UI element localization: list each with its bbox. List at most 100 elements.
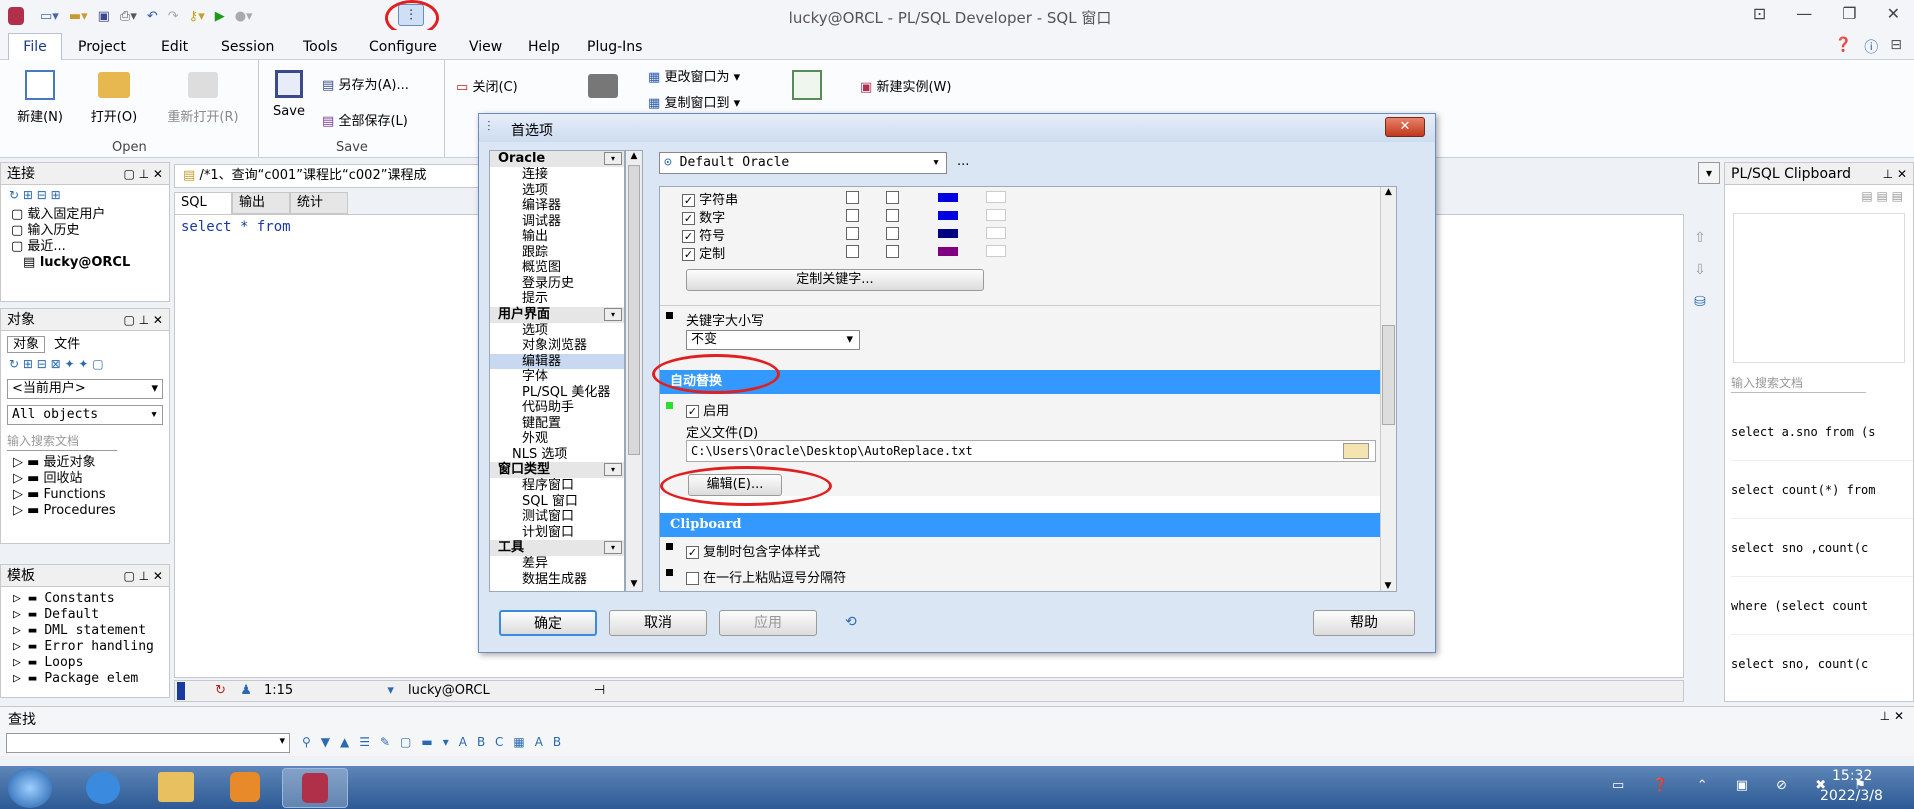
- background-swatch[interactable]: [986, 227, 1006, 239]
- nav-item[interactable]: 输出: [490, 229, 624, 245]
- close-button[interactable]: ▭ 关闭(C): [456, 76, 518, 95]
- down-icon[interactable]: ⇩: [1690, 254, 1710, 286]
- nav-group-header[interactable]: 用户界面 ▾: [490, 306, 624, 323]
- nav-item[interactable]: 概览图: [490, 260, 624, 276]
- clipboard-item[interactable]: select sno, count(c: [1731, 635, 1913, 693]
- new-instance-button[interactable]: ▣ 新建实例(W): [860, 76, 951, 95]
- up-icon[interactable]: ⇧: [1690, 222, 1710, 254]
- cancel-button[interactable]: 取消: [609, 610, 707, 636]
- objects-search-input[interactable]: 输入搜索文档: [7, 431, 117, 451]
- find-input[interactable]: ▾: [6, 733, 290, 753]
- nav-item[interactable]: 提示: [490, 291, 624, 307]
- explorer-icon[interactable]: [158, 772, 194, 802]
- dialog-close-button[interactable]: ✕: [1385, 117, 1425, 137]
- nav-item[interactable]: 差异: [490, 556, 624, 572]
- profile-more-button[interactable]: ...: [957, 154, 969, 169]
- tree-item[interactable]: ▷ ▬ 最近对象: [13, 455, 169, 471]
- panel-buttons[interactable]: ⊥ ✕: [1883, 163, 1913, 185]
- tree-item[interactable]: ▷ ▬ Loops: [13, 655, 169, 671]
- nav-group-header[interactable]: 窗口类型 ▾: [490, 462, 624, 478]
- nav-item[interactable]: PL/SQL 美化器: [490, 385, 624, 401]
- open-button[interactable]: 打开(O): [84, 70, 144, 125]
- refresh-icon[interactable]: ↻: [215, 683, 226, 698]
- nav-item[interactable]: 字体: [490, 369, 624, 385]
- nav-item[interactable]: 键配置: [490, 416, 624, 432]
- browse-folder-icon[interactable]: [1343, 443, 1369, 459]
- tree-item[interactable]: ▷ ▬ Procedures: [13, 503, 169, 519]
- info-icon[interactable]: ⓘ: [1864, 37, 1878, 57]
- reopen-button[interactable]: 重新打开(R): [158, 70, 248, 125]
- connection-dropdown-icon[interactable]: ▾: [387, 683, 394, 698]
- change-window-button[interactable]: ▦ 更改窗口为 ▾: [648, 66, 740, 85]
- help-button[interactable]: 帮助: [1313, 610, 1415, 636]
- save-button[interactable]: Save: [266, 70, 312, 119]
- color-swatch[interactable]: [938, 247, 958, 256]
- window-list-icon[interactable]: [792, 70, 822, 100]
- nav-group-header[interactable]: 工具 ▾: [490, 540, 624, 556]
- print-icon[interactable]: ⎙▾: [120, 9, 137, 24]
- paste-comma-checkbox[interactable]: 在一行上粘贴逗号分隔符: [686, 567, 846, 586]
- stop-icon[interactable]: ●▾: [235, 9, 253, 24]
- copy-window-button[interactable]: ▦ 复制窗口到 ▾: [648, 92, 740, 111]
- nav-item[interactable]: NLS 选项: [490, 447, 624, 463]
- plsql-task[interactable]: [282, 768, 348, 808]
- nav-collapse-icon[interactable]: ▾: [604, 307, 622, 321]
- nav-item[interactable]: 编译器: [490, 198, 624, 214]
- tree-item[interactable]: ▢ 最近...: [11, 239, 169, 255]
- nav-item[interactable]: 对象浏览器: [490, 338, 624, 354]
- nav-item[interactable]: 选项: [490, 183, 624, 199]
- bold-checkbox[interactable]: [846, 227, 859, 240]
- background-swatch[interactable]: [986, 191, 1006, 203]
- tab-objects[interactable]: 对象: [7, 336, 46, 353]
- color-swatch[interactable]: [938, 229, 958, 238]
- menu-plugins[interactable]: Plug-Ins: [587, 39, 642, 55]
- nav-collapse-icon[interactable]: ▾: [604, 541, 622, 554]
- settings-scrollbar[interactable]: ▲ ▼: [1380, 187, 1396, 591]
- menu-configure[interactable]: Configure: [369, 39, 437, 55]
- menu-edit[interactable]: Edit: [161, 39, 188, 55]
- def-file-input[interactable]: C:\Users\Oracle\Desktop\AutoReplace.txt: [686, 440, 1376, 462]
- run-icon[interactable]: ▶: [215, 9, 225, 24]
- key-icon[interactable]: ⚷▾: [189, 9, 205, 24]
- bold-checkbox[interactable]: [846, 245, 859, 258]
- copy-font-checkbox[interactable]: ✓ 复制时包含字体样式: [686, 541, 820, 560]
- pin-icon[interactable]: ⊟: [1890, 37, 1902, 57]
- background-swatch[interactable]: [986, 209, 1006, 221]
- menu-help[interactable]: Help: [528, 39, 560, 55]
- redo-icon[interactable]: ↷: [168, 9, 179, 24]
- syntax-enable-checkbox[interactable]: ✓: [682, 212, 695, 225]
- new-button[interactable]: 新建(N): [12, 70, 68, 125]
- menu-project[interactable]: Project: [78, 39, 126, 55]
- menu-tools[interactable]: Tools: [303, 39, 338, 55]
- menu-session[interactable]: Session: [221, 39, 274, 55]
- start-button[interactable]: [8, 768, 52, 808]
- ie-icon[interactable]: [86, 772, 120, 804]
- nav-item[interactable]: 测试窗口: [490, 509, 624, 525]
- italic-checkbox[interactable]: [886, 227, 899, 240]
- clipboard-item[interactable]: select count(*) from: [1731, 461, 1913, 519]
- nav-item[interactable]: 登录历史: [490, 276, 624, 292]
- save-as-button[interactable]: ▤ 另存为(A)...: [322, 74, 409, 93]
- color-swatch[interactable]: [938, 211, 958, 220]
- tree-item[interactable]: ▢ 输入历史: [11, 223, 169, 239]
- help-icon[interactable]: ❓: [1835, 37, 1852, 57]
- tree-item[interactable]: ▷ ▬ Functions: [13, 487, 169, 503]
- close-icon[interactable]: ✕: [1887, 4, 1900, 23]
- menu-view[interactable]: View: [469, 39, 502, 55]
- nav-collapse-icon[interactable]: ▾: [604, 463, 622, 476]
- ok-button[interactable]: 确定: [499, 610, 597, 636]
- new-file-icon[interactable]: ▭▾: [40, 9, 59, 24]
- nav-item[interactable]: 程序窗口: [490, 478, 624, 494]
- nav-collapse-icon[interactable]: ▾: [604, 152, 622, 165]
- reset-icon[interactable]: ⟲: [845, 614, 857, 630]
- italic-checkbox[interactable]: [886, 245, 899, 258]
- db-icon[interactable]: ⛁: [1690, 286, 1710, 318]
- keyword-case-select[interactable]: 不变 ▾: [686, 330, 860, 350]
- save-icon[interactable]: ▣: [98, 9, 110, 24]
- restore-ribbon-icon[interactable]: ⊡: [1753, 4, 1766, 23]
- tree-item[interactable]: ▷ ▬ Constants: [13, 591, 169, 607]
- nav-item[interactable]: 外观: [490, 431, 624, 447]
- clipboard-item[interactable]: select sno ,count(c: [1731, 519, 1913, 577]
- find-panel-buttons[interactable]: ⊥ ✕: [1880, 709, 1904, 723]
- objects-select[interactable]: All objects ▾: [7, 405, 163, 425]
